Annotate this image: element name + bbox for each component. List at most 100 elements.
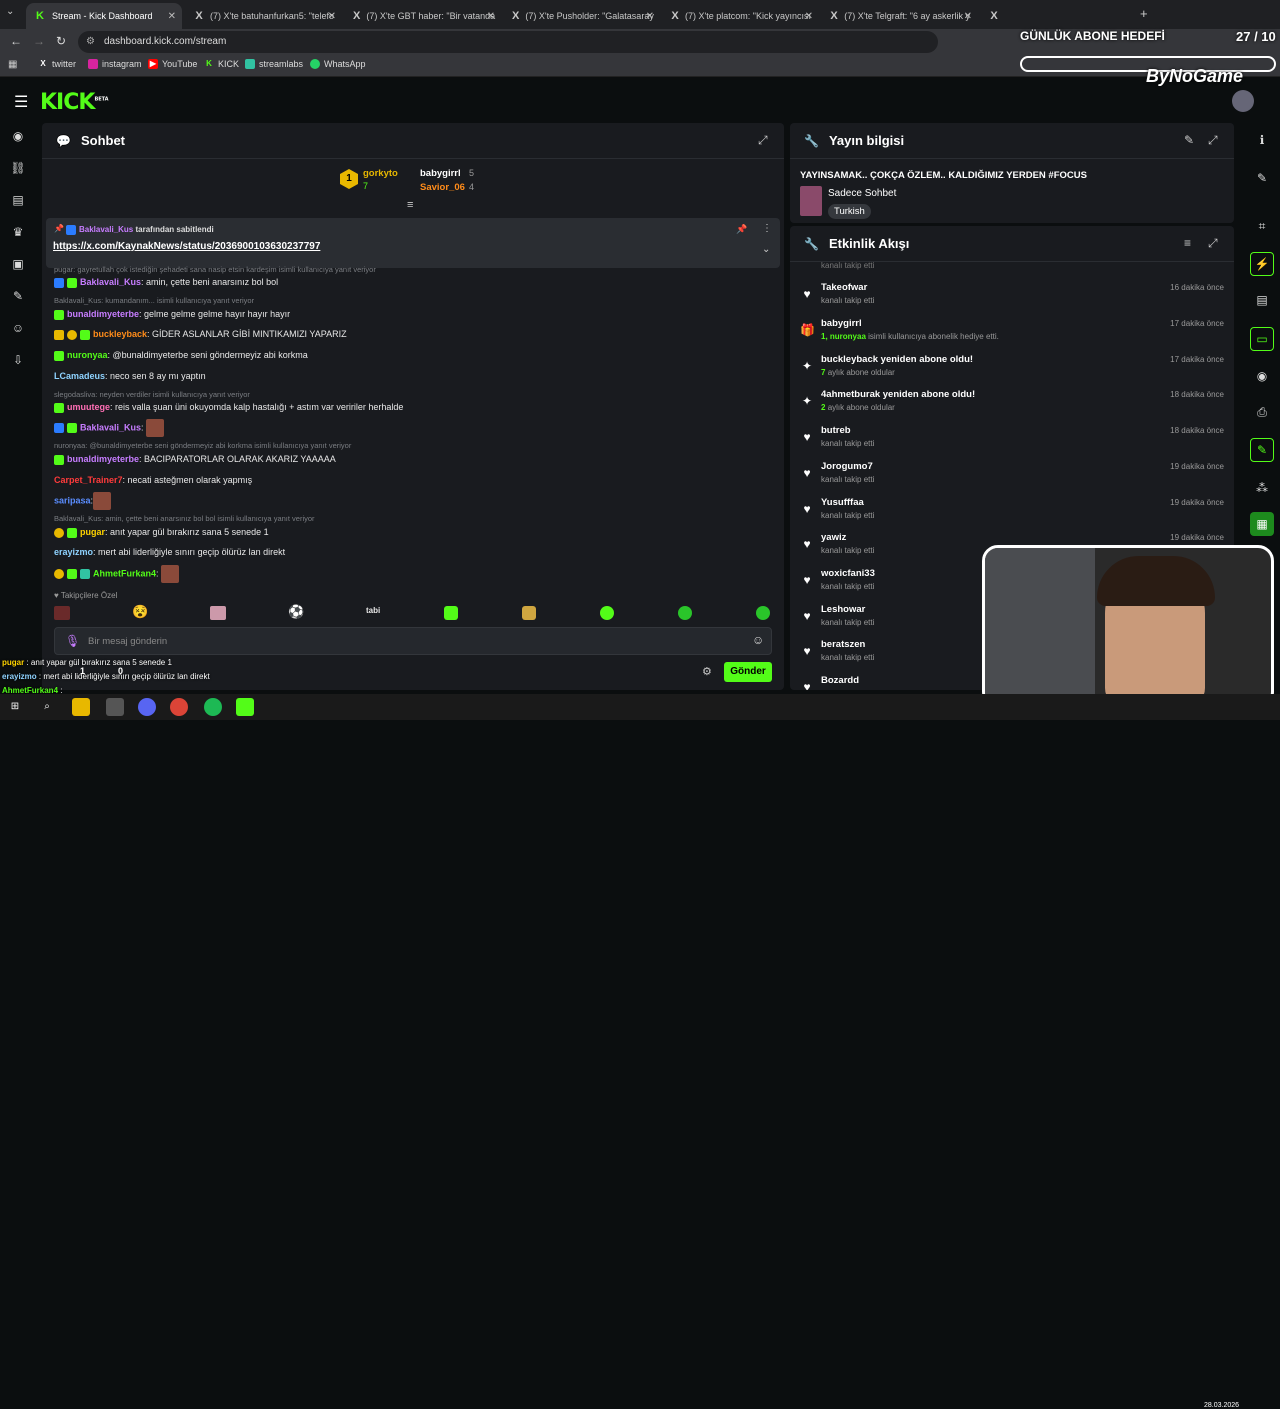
chat-user[interactable]: saripasa xyxy=(54,495,91,505)
app-icon[interactable] xyxy=(106,698,124,716)
reply-line: slegodasliva: neyden verdiler isimli kul… xyxy=(54,390,250,399)
chat-user[interactable]: Carpet_Trainer7 xyxy=(54,475,123,485)
tab-0[interactable]: K Stream - Kick Dashboard ✕ xyxy=(26,3,182,29)
bookmark-instagram[interactable]: instagram xyxy=(88,59,142,69)
wrench-icon[interactable]: ✎ xyxy=(1250,438,1274,462)
download-icon[interactable]: ⇩ xyxy=(8,350,28,370)
emote-button[interactable] xyxy=(678,606,692,620)
chat-input[interactable]: 🎙 Bir mesaj gönderin ☺ xyxy=(54,627,772,655)
video-icon[interactable]: ▣ xyxy=(8,254,28,274)
chat-user[interactable]: erayizmo xyxy=(54,547,93,557)
chat-user[interactable]: buckleyback xyxy=(93,329,147,339)
spotify-icon[interactable] xyxy=(204,698,222,716)
close-icon[interactable]: ✕ xyxy=(328,11,336,22)
tab-1[interactable]: X (7) X'te batuhanfurkan5: "telefo ✕ xyxy=(186,3,342,29)
chat-user[interactable]: Baklavali_Kus xyxy=(80,422,141,432)
url-field[interactable]: ⚙ dashboard.kick.com/stream xyxy=(78,31,938,53)
chat-user[interactable]: bunaldimyeterbe xyxy=(67,454,139,464)
emoji-icon[interactable]: ☺ xyxy=(752,633,764,647)
analytics-icon[interactable]: ▤ xyxy=(8,190,28,210)
tab-4[interactable]: X (7) X'te platcom: "Kick yayıncısı ✕ xyxy=(663,3,819,29)
avatar[interactable] xyxy=(1232,90,1254,112)
site-info-icon[interactable]: ⚙ xyxy=(86,31,95,53)
more-icon[interactable]: ⋮ xyxy=(762,223,772,234)
popout-icon[interactable]: ⤢ xyxy=(758,133,768,148)
unpin-icon[interactable]: 📌 xyxy=(736,224,747,235)
emote-button[interactable] xyxy=(444,606,458,620)
emote-button[interactable]: ⚽ xyxy=(288,604,304,620)
kick-logo[interactable]: KICKBETA xyxy=(40,90,109,115)
emote-button[interactable] xyxy=(522,606,536,620)
category-name[interactable]: Sadece Sohbet xyxy=(828,188,896,199)
share-icon[interactable]: ⁂ xyxy=(1252,478,1272,498)
trophy-icon[interactable]: ♛ xyxy=(8,222,28,242)
clapper-icon[interactable]: ▦ xyxy=(1250,512,1274,536)
bookmark-twitter[interactable]: Xtwitter xyxy=(38,59,76,69)
chrome-icon[interactable] xyxy=(170,698,188,716)
emote-button[interactable] xyxy=(210,606,226,620)
lightning-icon[interactable]: ⚡ xyxy=(1250,252,1274,276)
feed-user: Takeofwar xyxy=(821,282,868,293)
close-icon[interactable]: ✕ xyxy=(964,11,972,22)
stream-icon[interactable]: ◉ xyxy=(8,126,28,146)
chat-user[interactable]: bunaldimyeterbe xyxy=(67,309,139,319)
chevron-down-icon[interactable]: ⌄ xyxy=(762,244,770,255)
apps-icon[interactable]: ▦ xyxy=(8,59,17,70)
close-icon[interactable]: ✕ xyxy=(805,11,813,22)
chat-icon[interactable]: ▭ xyxy=(1250,327,1274,351)
back-icon[interactable]: ← xyxy=(10,34,22,48)
emote-button[interactable]: tabi xyxy=(366,606,380,615)
broadcast-icon[interactable]: ◉ xyxy=(1252,366,1272,386)
filter-icon[interactable]: ≡ xyxy=(1184,236,1191,250)
new-tab-icon[interactable]: + xyxy=(1140,6,1148,21)
reload-icon[interactable]: ↻ xyxy=(56,34,66,48)
crop-icon[interactable]: ⌗ xyxy=(1252,216,1272,236)
mic-icon[interactable]: 🎙 xyxy=(65,634,80,648)
close-icon[interactable]: ✕ xyxy=(168,11,176,22)
chat-user[interactable]: pugar xyxy=(80,527,105,537)
close-icon[interactable]: ✕ xyxy=(646,11,654,22)
forward-icon[interactable]: → xyxy=(33,34,45,48)
popout-icon[interactable]: ⤢ xyxy=(1208,133,1218,148)
users-icon[interactable]: ☺ xyxy=(8,318,28,338)
menu-icon[interactable]: ☰ xyxy=(14,92,28,112)
wrench-icon[interactable]: ✎ xyxy=(8,286,28,306)
tab-6[interactable]: X xyxy=(980,3,1020,29)
chat-text: : anıt yapar gül bırakırız sana 5 senede… xyxy=(105,527,269,537)
windows-icon[interactable]: ⊞ xyxy=(6,698,24,716)
edit-icon[interactable]: ✎ xyxy=(1252,168,1272,188)
tab-2[interactable]: X (7) X'te GBT haber: "Bir vatanda ✕ xyxy=(345,3,501,29)
emote-button[interactable] xyxy=(54,606,70,620)
bookmark-youtube[interactable]: ▶ YouTube xyxy=(148,59,197,69)
tab-5[interactable]: X (7) X'te Telgraft: "6 ay askerlik y ✕ xyxy=(822,3,978,29)
close-icon[interactable]: ✕ xyxy=(487,11,495,22)
print-icon[interactable]: ⎙ xyxy=(1252,402,1272,422)
clipboard-icon[interactable]: ▤ xyxy=(1252,290,1272,310)
tab-3[interactable]: X (7) X'te Pusholder: "Galatasaray ✕ xyxy=(504,3,660,29)
chat-user[interactable]: umuutege xyxy=(67,402,110,412)
info-icon[interactable]: ℹ xyxy=(1252,130,1272,150)
pinned-link[interactable]: https://x.com/KaynakNews/status/20369001… xyxy=(53,241,320,252)
settings-icon[interactable]: ⚙ xyxy=(702,665,712,678)
edit-icon[interactable]: ✎ xyxy=(1184,133,1194,147)
link-icon[interactable]: ⛓ xyxy=(8,158,28,178)
filter-icon[interactable]: ≡ xyxy=(407,199,413,211)
feed-time: 19 dakika önce xyxy=(1170,462,1224,471)
chat-user[interactable]: nuronyaa xyxy=(67,350,108,360)
chat-user[interactable]: LCamadeus xyxy=(54,371,105,381)
chat-user[interactable]: Baklavali_Kus xyxy=(80,277,141,287)
emote-button[interactable] xyxy=(756,606,770,620)
emote-button[interactable] xyxy=(600,606,614,620)
tab-search-icon[interactable]: ⌄ xyxy=(6,6,14,17)
kick-app-icon[interactable] xyxy=(236,698,254,716)
popout-icon[interactable]: ⤢ xyxy=(1208,236,1218,251)
bookmark-whatsapp[interactable]: WhatsApp xyxy=(310,59,366,69)
folder-icon[interactable] xyxy=(72,698,90,716)
bookmark-streamlabs[interactable]: streamlabs xyxy=(245,59,303,69)
discord-icon[interactable] xyxy=(138,698,156,716)
send-button[interactable]: Gönder xyxy=(724,662,772,682)
bookmark-kick[interactable]: K KICK xyxy=(204,59,239,69)
search-icon[interactable]: ⌕ xyxy=(38,698,56,716)
emote-button[interactable]: 😵 xyxy=(132,604,148,620)
chat-user[interactable]: AhmetFurkan4 xyxy=(93,568,156,578)
